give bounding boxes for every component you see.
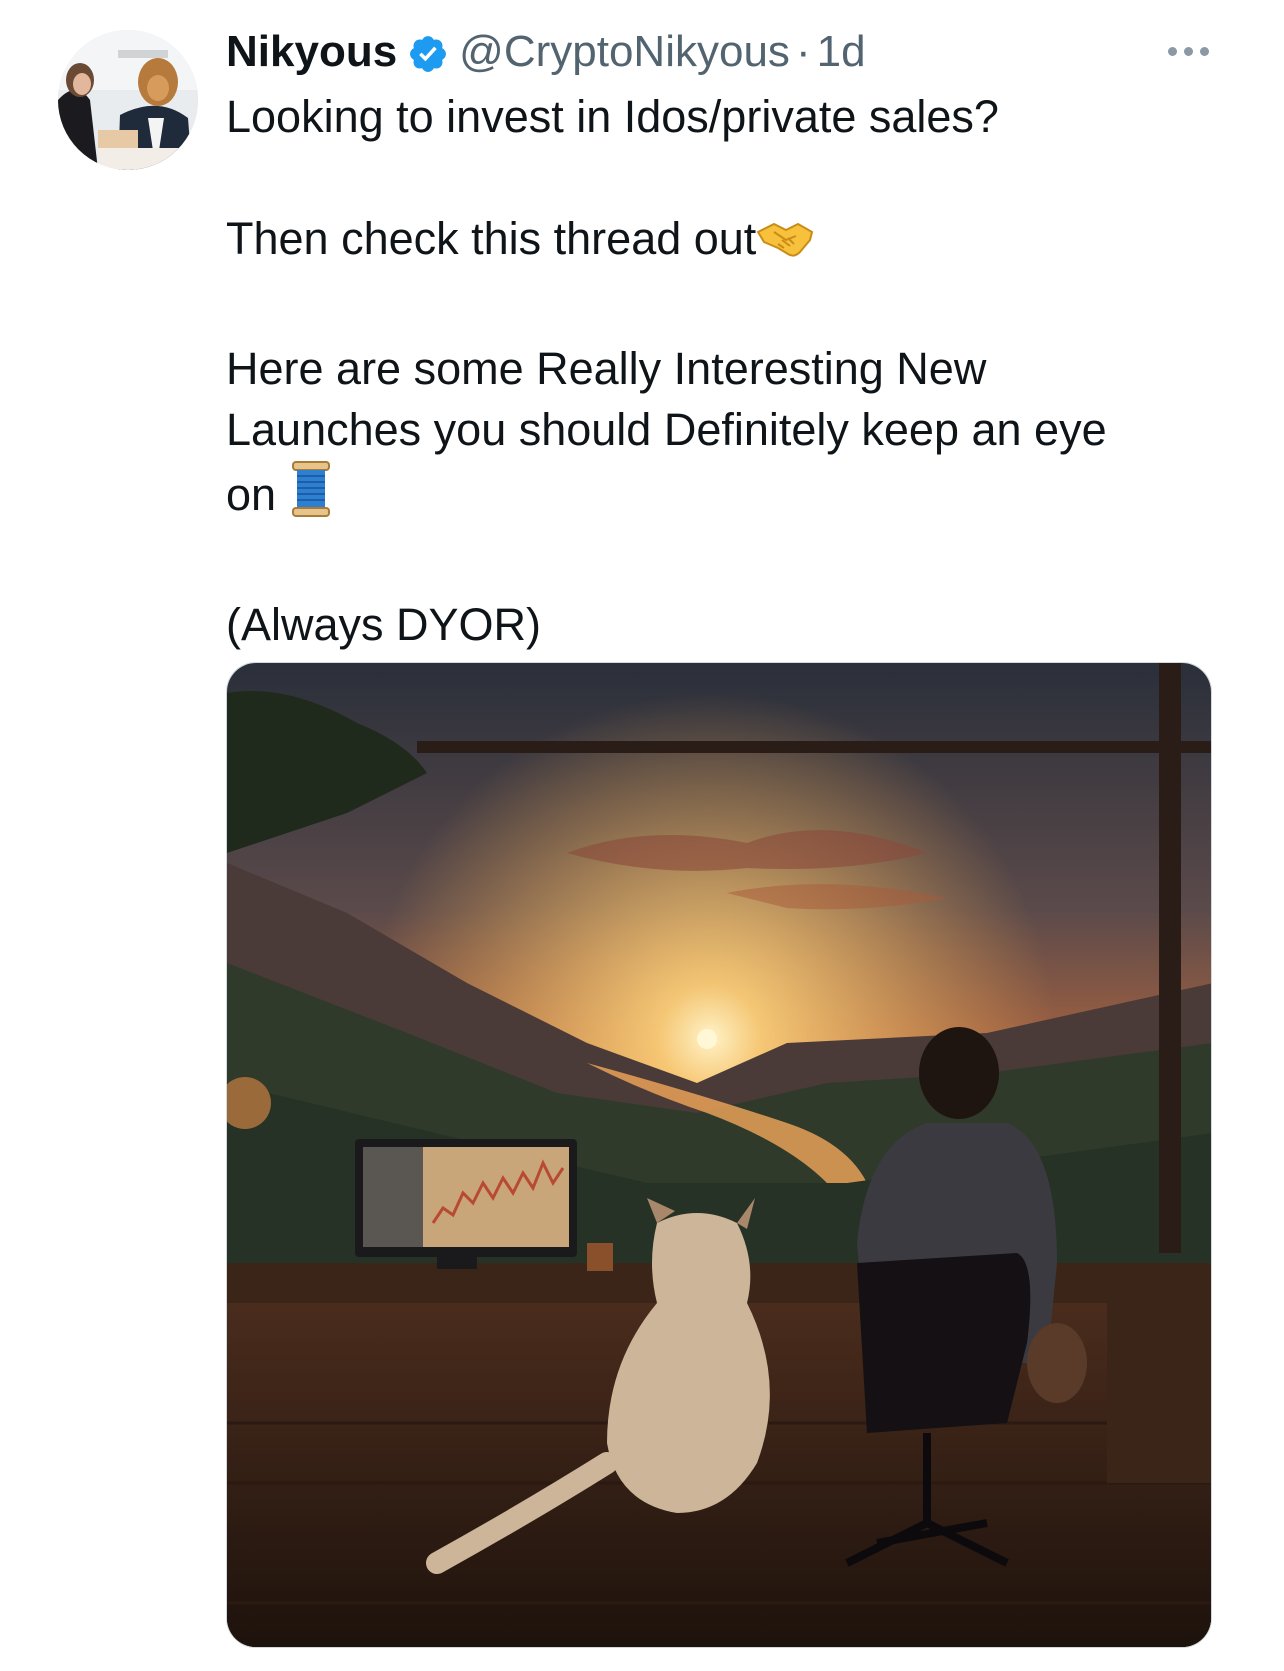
tweet-line: (Always DYOR): [226, 599, 542, 650]
tweet-image[interactable]: [226, 662, 1212, 1648]
tweet-line: Then check this thread out: [226, 208, 1186, 277]
display-name[interactable]: Nikyous: [226, 22, 397, 82]
tweet-line: Launches you should Definitely keep an e…: [226, 404, 1107, 455]
avatar[interactable]: [58, 30, 198, 170]
verified-badge-icon: [407, 31, 449, 73]
more-dots-icon[interactable]: [1160, 34, 1216, 68]
timestamp[interactable]: 1d: [817, 22, 866, 82]
handle[interactable]: @CryptoNikyous: [459, 22, 790, 82]
separator-dot: ·: [795, 27, 811, 76]
tweet-text: Looking to invest in Idos/private sales?…: [226, 86, 1186, 655]
tweet: Nikyous @CryptoNikyous · 1d Looking to i…: [0, 0, 1284, 1671]
tweet-line: on: [226, 460, 1186, 533]
handshake-icon: [756, 216, 814, 277]
tweet-line-text: Then check this thread out: [226, 213, 757, 264]
tweet-line-text: on: [226, 469, 277, 520]
tweet-line: Here are some Really Interesting New: [226, 343, 987, 394]
tweet-header: Nikyous @CryptoNikyous · 1d: [226, 22, 866, 82]
thread-spool-icon: [289, 460, 333, 533]
tweet-line: Looking to invest in Idos/private sales?: [226, 91, 999, 142]
